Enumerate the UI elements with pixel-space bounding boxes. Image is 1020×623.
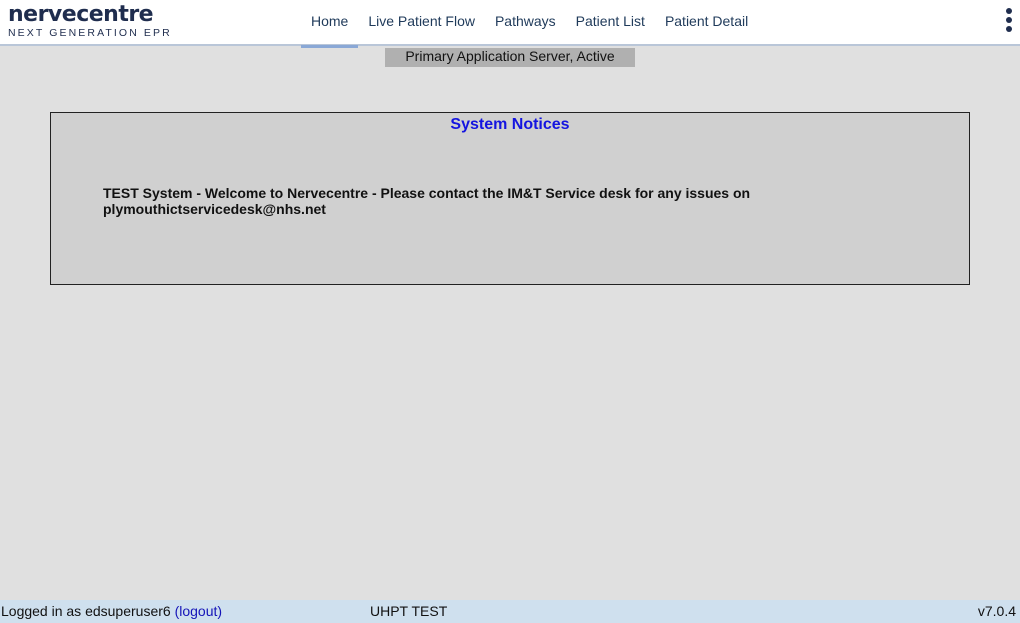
nav-home[interactable]: Home (301, 0, 359, 48)
nervecentre-logo[interactable]: nervecentre NEXT GENERATION EPR (8, 2, 172, 40)
menu-dot (1006, 17, 1012, 23)
server-status-banner: Primary Application Server, Active (385, 48, 635, 67)
top-bar: nervecentre NEXT GENERATION EPR Home Liv… (0, 0, 1020, 48)
environment-label: UHPT TEST (370, 603, 448, 619)
version-label: v7.0.4 (977, 603, 1016, 619)
nav-pathways[interactable]: Pathways (485, 0, 566, 46)
system-notices-title: System Notices (450, 116, 570, 133)
system-notices-panel: System Notices TEST System - Welcome to … (50, 112, 970, 285)
status-footer: Logged in as edsuperuser6 (logout) UHPT … (0, 600, 1020, 623)
nav-live-patient-flow[interactable]: Live Patient Flow (358, 0, 485, 46)
login-info: Logged in as edsuperuser6 (logout) (1, 603, 222, 619)
logo-name: nervecentre (8, 2, 154, 27)
logout-link[interactable]: (logout) (175, 603, 222, 619)
menu-dot (1006, 26, 1012, 32)
logged-in-text: Logged in as edsuperuser6 (1, 603, 171, 619)
vertical-ellipsis-icon[interactable] (1006, 8, 1014, 34)
nav-patient-list[interactable]: Patient List (566, 0, 655, 46)
main-nav: Home Live Patient Flow Pathways Patient … (301, 0, 758, 48)
logo-tagline: NEXT GENERATION EPR (8, 27, 172, 39)
menu-dot (1006, 8, 1012, 14)
system-notice-text: TEST System - Welcome to Nervecentre - P… (103, 185, 751, 217)
nav-patient-detail[interactable]: Patient Detail (655, 0, 758, 46)
